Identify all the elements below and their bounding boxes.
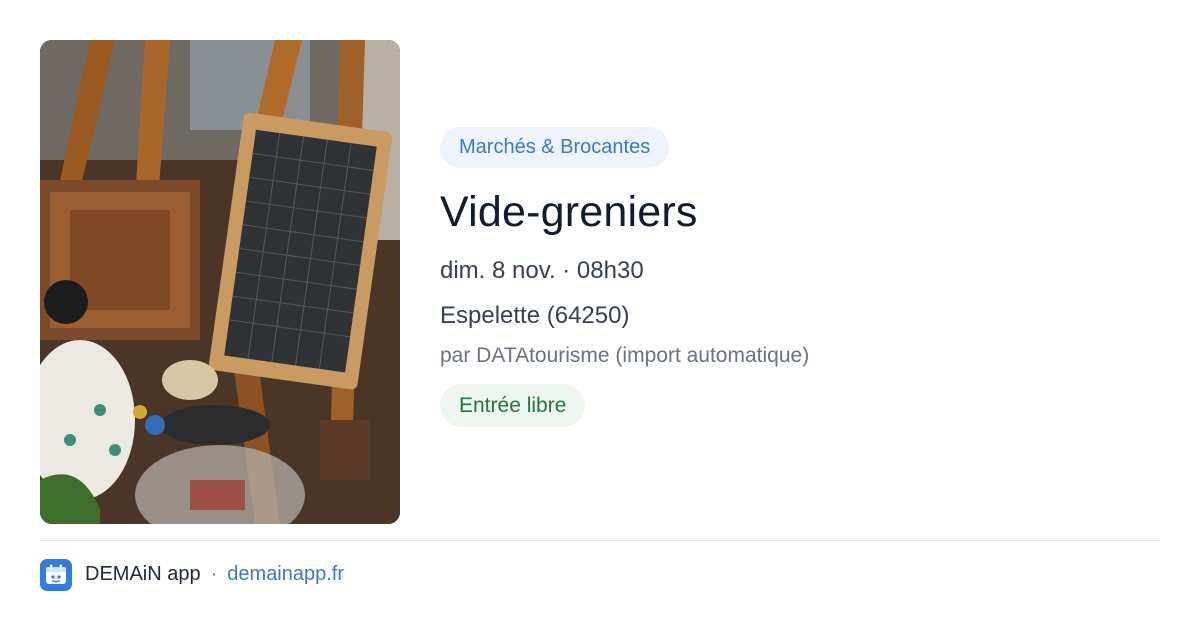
- app-name: DEMAiN app: [85, 563, 201, 585]
- footer-separator: ·: [210, 563, 218, 585]
- demain-app-icon: [40, 558, 72, 591]
- event-photo: [40, 40, 400, 524]
- event-info: Marchés & Brocantes Vide-greniers dim. 8…: [440, 127, 1160, 427]
- event-card: Marchés & Brocantes Vide-greniers dim. 8…: [0, 0, 1200, 630]
- event-datetime: dim. 8 nov. · 08h30: [440, 257, 644, 284]
- category-badge[interactable]: Marchés & Brocantes: [440, 127, 670, 168]
- event-source: par DATAtourisme (import automatique): [440, 344, 810, 367]
- flea-market-photo-icon: [40, 40, 400, 524]
- footer-divider: [40, 540, 1160, 541]
- event-location: Espelette (64250): [440, 302, 630, 329]
- event-title: Vide-greniers: [440, 188, 698, 236]
- app-website-link[interactable]: demainapp.fr: [227, 563, 344, 586]
- price-badge: Entrée libre: [440, 384, 586, 427]
- footer: DEMAiN app · demainapp.fr: [40, 558, 344, 591]
